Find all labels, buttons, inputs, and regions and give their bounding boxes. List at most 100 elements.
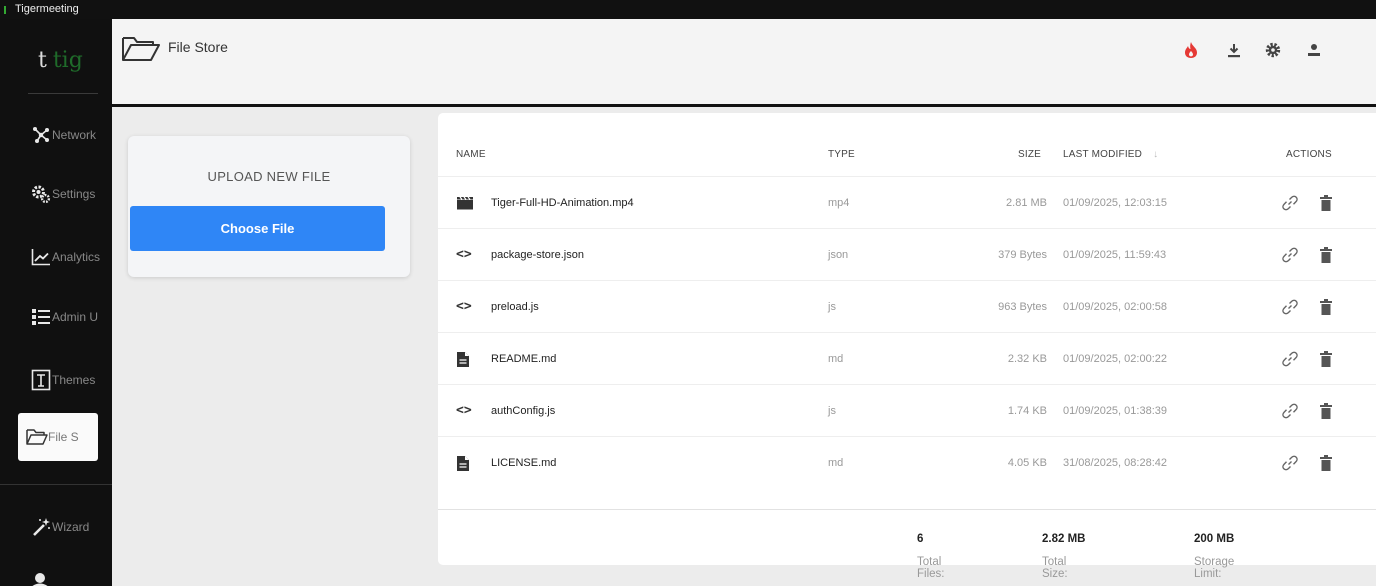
sidebar-item-label: Settings [52,187,96,201]
flame-icon[interactable] [1180,39,1202,61]
sidebar-item-themes[interactable]: Themes [30,360,112,400]
trash-icon[interactable] [1320,299,1332,315]
file-type: md [828,353,844,365]
file-size: 2.81 MB [1006,197,1047,209]
file-name: LICENSE.md [491,457,557,469]
sidebar: t tig Network Settings Analytics Admin U … [0,19,112,586]
table-row[interactable]: <> preload.js js 963 Bytes 01/09/2025, 0… [438,280,1376,332]
document-icon [456,333,478,385]
logo[interactable]: t tig [38,48,83,73]
sidebar-item-label: Admin U [52,310,99,324]
analytics-icon [30,246,52,268]
app-icon [4,5,10,14]
sidebar-item-analytics[interactable]: Analytics [30,237,112,277]
document-icon [456,437,478,489]
trash-icon[interactable] [1320,351,1332,367]
file-modified: 01/09/2025, 11:59:43 [1063,249,1167,261]
file-type: md [828,457,844,469]
file-size: 379 Bytes [998,249,1047,261]
link-icon[interactable] [1282,195,1298,211]
file-size: 2.32 KB [1007,353,1047,365]
file-type: mp4 [828,197,850,209]
storage-limit-label: Storage Limit: [1194,556,1235,580]
column-header-modified[interactable]: LAST MODIFIED ↓ [1063,149,1158,160]
file-name: README.md [491,353,557,365]
link-icon[interactable] [1282,247,1298,263]
file-size: 963 Bytes [998,301,1047,313]
file-name: Tiger-Full-HD-Animation.mp4 [491,197,634,209]
user-icon[interactable] [30,571,50,586]
link-icon[interactable] [1282,299,1298,315]
choose-file-button[interactable]: Choose File [130,206,385,251]
gear-icon[interactable] [1262,39,1284,61]
column-header-type[interactable]: TYPE [828,149,855,160]
sidebar-item-settings[interactable]: Settings [30,174,112,214]
table-row[interactable]: README.md md 2.32 KB 01/09/2025, 02:00:2… [438,332,1376,384]
total-files-value: 6 [917,533,924,545]
sidebar-item-network[interactable]: Network [30,115,112,155]
sort-down-icon: ↓ [1153,149,1159,160]
total-size-label: Total Size: [1042,556,1068,580]
file-name: authConfig.js [491,405,556,417]
total-files: Total Files: 6 [917,533,944,580]
trash-icon[interactable] [1320,247,1332,263]
main-content: UPLOAD NEW FILE Choose File NAME TYPE SI… [112,107,1376,586]
file-size: 1.74 KB [1007,405,1047,417]
column-header-size[interactable]: SIZE [1018,149,1041,160]
themes-icon [30,369,52,391]
folder-icon [26,426,48,448]
network-icon [30,124,52,146]
link-icon[interactable] [1282,455,1298,471]
sidebar-item-label: Themes [52,373,96,387]
top-header: File Store [112,19,1376,107]
admin-list-icon [30,306,52,328]
video-icon [456,177,478,229]
storage-limit: Storage Limit: 200 MB [1194,533,1234,580]
divider [0,484,112,485]
upload-title: UPLOAD NEW FILE [207,169,331,184]
settings-icon [30,183,52,205]
user-icon[interactable] [1303,39,1325,61]
wizard-wand-icon [30,516,52,538]
sidebar-item-file-store[interactable]: File S [18,413,98,461]
table-row[interactable]: LICENSE.md md 4.05 KB 31/08/2025, 08:28:… [438,436,1376,488]
sidebar-item-label: Analytics [52,250,101,264]
link-icon[interactable] [1282,403,1298,419]
table-footer: Total Files: 6 Total Size: 2.82 MB Stora… [438,509,1376,580]
sidebar-item-wizard[interactable]: Wizard [30,507,112,547]
file-name: preload.js [491,301,539,313]
table-row[interactable]: <> authConfig.js js 1.74 KB 01/09/2025, … [438,384,1376,436]
file-name: package-store.json [491,249,584,261]
sidebar-item-label: Wizard [52,520,90,534]
total-size-value: 2.82 MB [1042,533,1086,545]
file-size: 4.05 KB [1007,457,1047,469]
upload-card: UPLOAD NEW FILE Choose File [128,136,410,277]
trash-icon[interactable] [1320,403,1332,419]
column-header-modified-label: LAST MODIFIED [1063,149,1143,160]
file-modified: 01/09/2025, 01:38:39 [1063,405,1167,417]
file-modified: 01/09/2025, 12:03:15 [1063,197,1167,209]
window-titlebar: Tigermeeting [0,0,1376,19]
table-row[interactable]: Tiger-Full-HD-Animation.mp4 mp4 2.81 MB … [438,176,1376,228]
trash-icon[interactable] [1320,195,1332,211]
window-title: Tigermeeting [15,3,79,15]
logo-accent: tig [52,48,83,73]
file-table: NAME TYPE SIZE LAST MODIFIED ↓ ACTIONS T… [438,113,1376,580]
sidebar-item-label: File S [48,430,79,444]
total-files-label: Total Files: [917,556,945,580]
folder-icon [121,36,161,67]
download-icon[interactable] [1223,39,1245,61]
trash-icon[interactable] [1320,455,1332,471]
column-header-name[interactable]: NAME [456,149,486,160]
link-icon[interactable] [1282,351,1298,367]
sidebar-item-label: Network [52,128,97,142]
code-icon: <> [456,247,472,262]
table-row[interactable]: <> package-store.json json 379 Bytes 01/… [438,228,1376,280]
column-header-actions: ACTIONS [1286,149,1332,160]
code-icon: <> [456,403,472,418]
sidebar-item-admin[interactable]: Admin U [30,297,112,337]
total-size: Total Size: 2.82 MB [1042,533,1086,580]
page-title: File Store [168,39,228,55]
file-modified: 31/08/2025, 08:28:42 [1063,457,1167,469]
logo-prefix: t [38,48,47,73]
